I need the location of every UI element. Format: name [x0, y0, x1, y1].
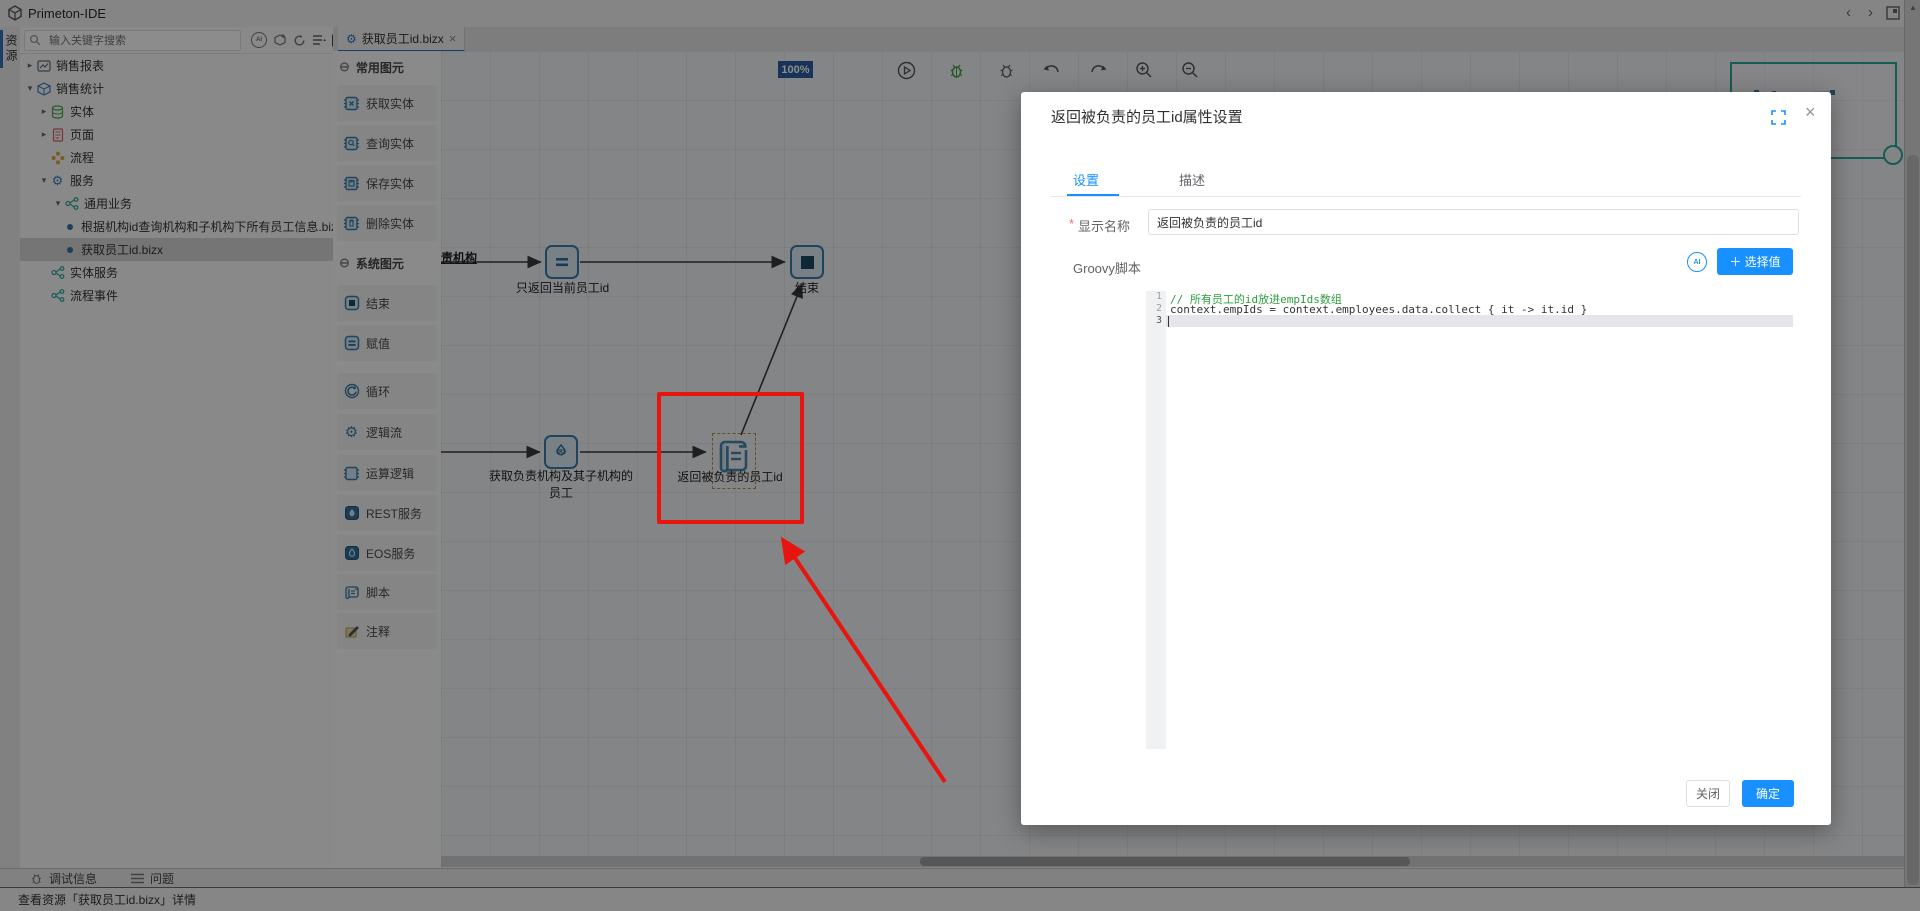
groovy-script-label: Groovy脚本: [1073, 258, 1141, 277]
tab-description[interactable]: 描述: [1179, 170, 1205, 189]
text-caret: [1168, 316, 1169, 327]
ai-icon[interactable]: AI: [1687, 252, 1707, 272]
primeton-ide-window: Primeton-IDE ‹ › 资源 AI: [0, 0, 1920, 911]
line-number: 2: [1146, 303, 1162, 314]
dialog-title: 返回被负责的员工id属性设置: [1051, 106, 1243, 127]
line-number: 3: [1146, 315, 1162, 326]
line-number: 1: [1146, 291, 1162, 302]
editor-gutter: [1146, 291, 1166, 749]
tab-divider: [1051, 196, 1801, 197]
select-value-button[interactable]: ＋ 选择值: [1717, 248, 1793, 275]
annotation-highlight-rect: [657, 392, 804, 524]
dialog-ok-button[interactable]: 确定: [1742, 780, 1794, 807]
display-name-label: 显示名称: [1078, 216, 1130, 235]
display-name-input[interactable]: [1148, 209, 1799, 235]
required-mark: *: [1069, 216, 1074, 231]
dialog-close-button[interactable]: 关闭: [1686, 780, 1730, 807]
tab-settings[interactable]: 设置: [1073, 170, 1099, 189]
close-icon[interactable]: ×: [1805, 102, 1816, 123]
groovy-code-editor[interactable]: 1 2 3 // 所有员工的id放进empIds数组 context.empId…: [1146, 291, 1793, 749]
expand-icon[interactable]: [1771, 110, 1787, 126]
active-line-highlight: [1166, 315, 1793, 327]
properties-dialog: 返回被负责的员工id属性设置 × 设置 描述 * 显示名称 Groovy脚本 A…: [1021, 92, 1831, 825]
code-line: context.empIds = context.employees.data.…: [1170, 303, 1587, 316]
